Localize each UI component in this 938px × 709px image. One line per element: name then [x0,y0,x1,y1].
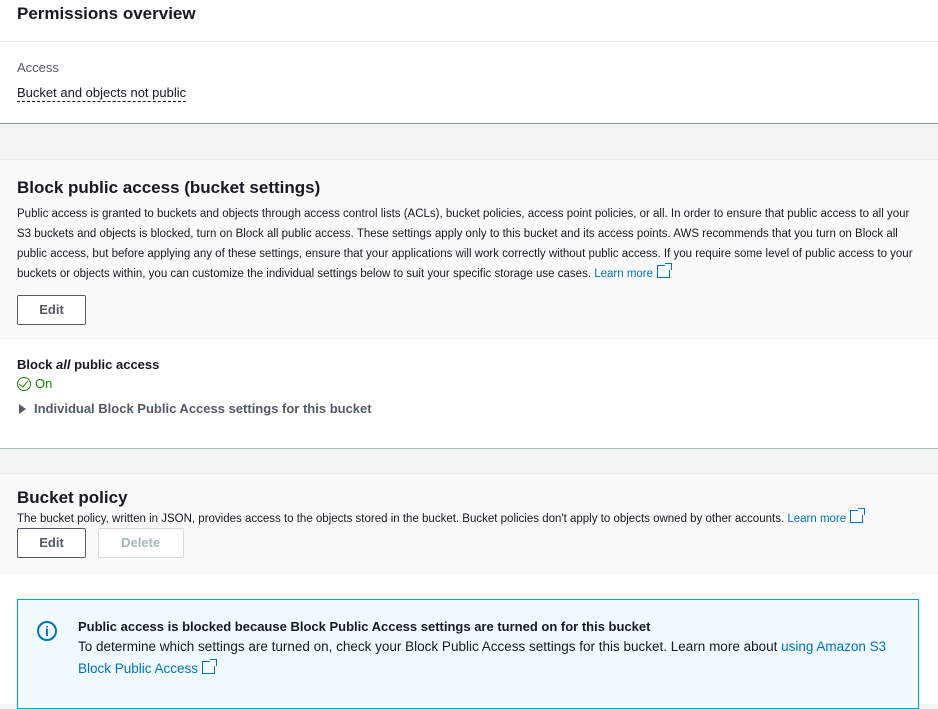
bpa-body: Block all public access On Individual Bl… [0,339,938,416]
status-label: On [35,376,53,391]
access-label: Access [17,60,59,75]
section-gap [0,124,938,159]
info-alert: i Public access is blocked because Block… [17,599,919,709]
check-circle-icon [17,376,31,391]
bpa-edit-button[interactable]: Edit [17,295,86,325]
bucket-policy-panel: Bucket policy The bucket policy, written… [0,473,938,709]
bpa-learn-more-label: Learn more [594,268,654,280]
policy-learn-more-label: Learn more [787,513,847,525]
block-public-access-panel: Block public access (bucket settings) Pu… [0,159,938,449]
block-all-label: Block all public access [17,357,921,372]
info-icon: i [37,621,57,641]
policy-header: Bucket policy The bucket policy, written… [0,474,938,573]
bpa-learn-more-link[interactable]: Learn more [594,263,673,280]
bpa-description-text: Public access is granted to buckets and … [17,208,913,280]
bpa-header: Block public access (bucket settings) Pu… [0,160,938,339]
alert-body: To determine which settings are turned o… [78,636,898,680]
alert-heading: Public access is blocked because Block P… [78,619,651,634]
permissions-title: Permissions overview [17,4,196,23]
block-all-suffix: public access [70,357,160,372]
policy-title: Bucket policy [17,488,128,507]
policy-description: The bucket policy, written in JSON, prov… [17,508,921,528]
policy-description-text: The bucket policy, written in JSON, prov… [17,513,785,525]
individual-settings-expander[interactable]: Individual Block Public Access settings … [17,401,921,416]
section-gap [0,449,938,473]
status-on: On [17,376,921,391]
permissions-overview-panel: Permissions overview Access Bucket and o… [0,0,938,124]
external-link-icon [850,508,866,523]
external-link-icon [202,659,218,674]
policy-actions: Edit Delete [17,528,921,558]
policy-learn-more-link[interactable]: Learn more [787,508,866,525]
expander-label: Individual Block Public Access settings … [34,401,372,416]
block-all-prefix: Block [17,357,57,372]
alert-body-text: To determine which settings are turned o… [78,639,778,654]
external-link-icon [657,263,673,278]
access-value[interactable]: Bucket and objects not public [17,85,187,102]
bpa-title: Block public access (bucket settings) [17,178,321,197]
permissions-header: Permissions overview [0,0,938,42]
policy-edit-button[interactable]: Edit [17,528,86,558]
bpa-description: Public access is granted to buckets and … [17,204,921,284]
block-all-em: all [56,357,71,372]
caret-right-icon [19,403,26,414]
policy-delete-button[interactable]: Delete [97,528,184,558]
